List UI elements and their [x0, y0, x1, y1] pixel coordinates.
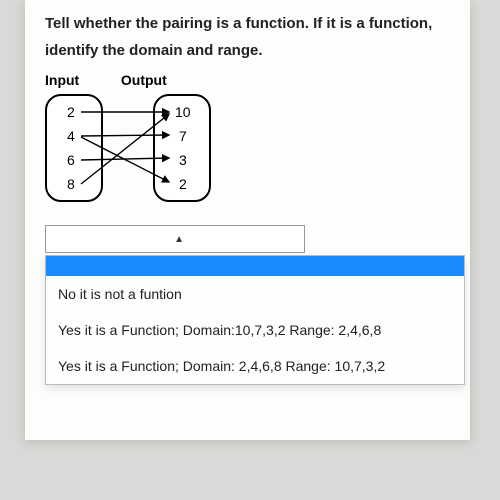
question-text: Tell whether the pairing is a function. …: [45, 10, 450, 64]
mapping-arrows: [45, 92, 235, 207]
output-label: Output: [121, 72, 167, 88]
column-labels: Input Output: [45, 72, 450, 88]
dropdown-option[interactable]: [46, 256, 464, 276]
dropdown-option[interactable]: No it is not a funtion: [46, 276, 464, 312]
question-line2: identify the domain and range.: [45, 42, 263, 59]
question-line1: Tell whether the pairing is a function. …: [45, 15, 432, 32]
dropdown-option[interactable]: Yes it is a Function; Domain: 2,4,6,8 Ra…: [46, 348, 464, 384]
dropdown-options-panel: No it is not a funtion Yes it is a Funct…: [45, 255, 465, 385]
dropdown-option[interactable]: Yes it is a Function; Domain:10,7,3,2 Ra…: [46, 312, 464, 348]
input-label: Input: [45, 72, 117, 88]
answer-dropdown[interactable]: ▲: [45, 225, 305, 253]
mapping-diagram: 2 4 6 8 10 7 3 2: [45, 92, 235, 207]
chevron-up-icon: ▲: [174, 234, 184, 245]
worksheet-page: Tell whether the pairing is a function. …: [25, 0, 470, 440]
